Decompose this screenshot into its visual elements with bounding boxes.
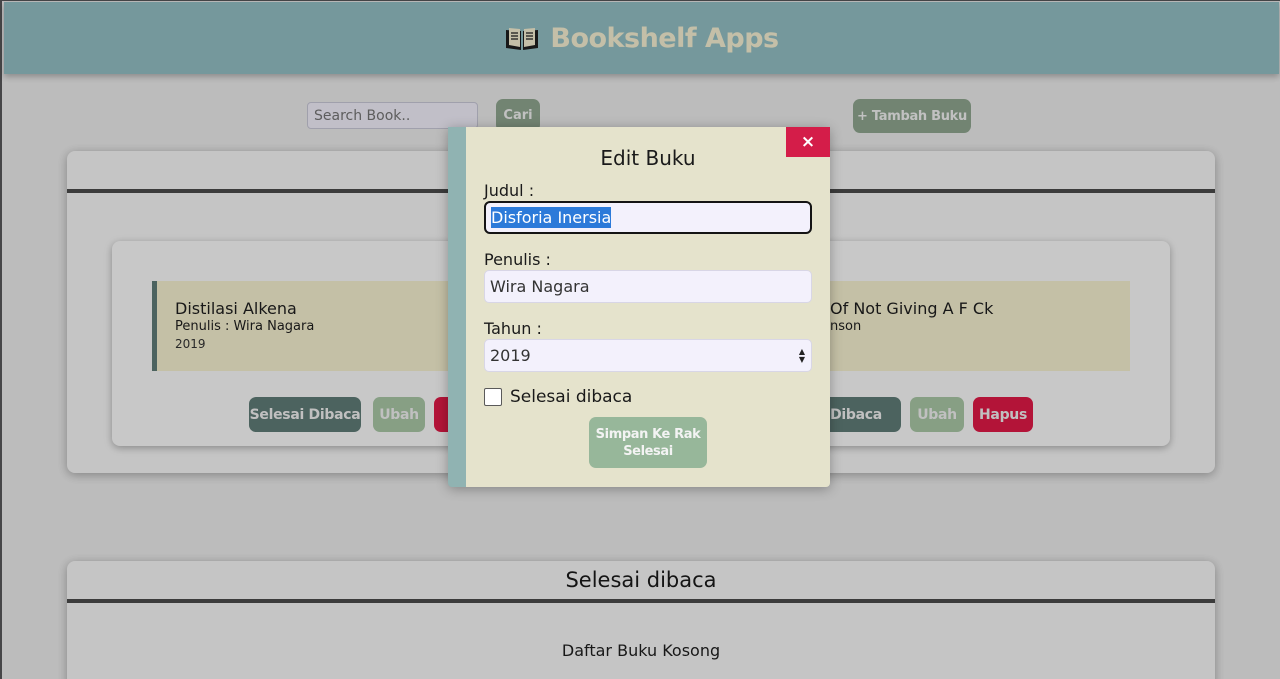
tahun-label: Tahun : (484, 319, 542, 338)
penulis-label: Penulis : (484, 250, 551, 269)
judul-label: Judul : (484, 181, 535, 200)
save-button[interactable]: Simpan Ke Rak Selesai (589, 417, 707, 468)
judul-input-value: Disforia Inersia (491, 207, 612, 228)
edit-book-modal: × Edit Buku Judul : Disforia Inersia Pen… (448, 127, 830, 487)
tahun-input-value: 2019 (490, 346, 531, 365)
number-spinner-icon[interactable]: ▲ ▼ (799, 348, 805, 364)
finished-checkbox-row[interactable]: Selesai dibaca (484, 387, 632, 407)
finished-checkbox[interactable] (484, 388, 502, 406)
modal-title: Edit Buku (600, 146, 696, 170)
tahun-input[interactable]: 2019 ▲ ▼ (484, 339, 812, 372)
judul-input[interactable]: Disforia Inersia (484, 201, 812, 234)
penulis-input[interactable]: Wira Nagara (484, 270, 812, 303)
finished-checkbox-label: Selesai dibaca (510, 387, 633, 407)
penulis-input-value: Wira Nagara (490, 277, 590, 296)
